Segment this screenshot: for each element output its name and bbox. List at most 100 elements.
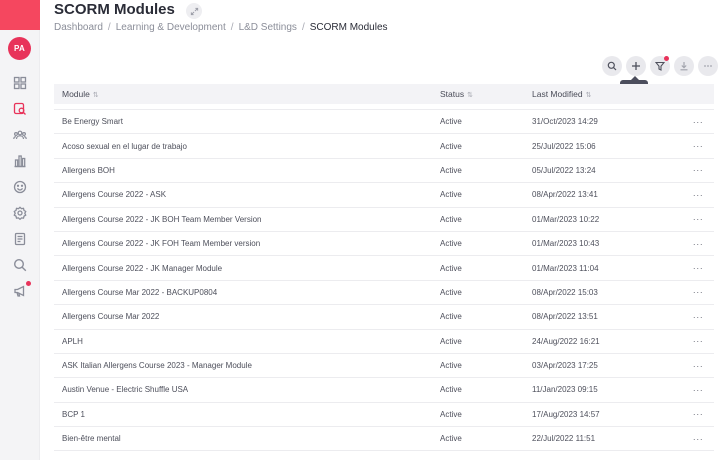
table-row[interactable]: Allergens BOH Active 05/Jul/2022 13:24 ··· (54, 159, 714, 184)
sidebar-item-documents[interactable] (0, 226, 40, 252)
table-row[interactable]: Allergens Course Mar 2022 Active 08/Apr/20… (54, 305, 714, 330)
last-modified-cell: 01/Mar/2023 11:04 (532, 263, 599, 273)
sidebar-item-team[interactable] (0, 122, 40, 148)
last-modified-cell: 25/Jul/2022 15:06 (532, 141, 596, 151)
team-icon (13, 130, 27, 140)
table-row[interactable]: Be Energy Smart Active 31/Oct/2023 14:29 ··… (54, 110, 714, 135)
row-actions-button[interactable]: ··· (682, 263, 714, 273)
status-cell: Active (440, 141, 462, 151)
status-cell: Active (440, 287, 462, 297)
download-icon (680, 62, 688, 71)
status-cell: Active (440, 117, 462, 127)
last-modified-cell: 01/Mar/2023 10:22 (532, 214, 600, 224)
column-header-module[interactable]: Module ⇅ (54, 89, 440, 99)
breadcrumb-separator: / (301, 22, 305, 33)
module-cell: Allergens Course Mar 2022 (62, 312, 160, 322)
table-row[interactable]: Bien-être mental Active 22/Jul/2022 11:51 ·… (54, 427, 714, 452)
scorm-modules-table: Module ⇅ Status ⇅ Last Modified ⇅ Be Energy… (54, 84, 714, 452)
status-cell: Active (440, 385, 462, 395)
brand-bar (0, 0, 40, 30)
column-header-last-modified[interactable]: Last Modified ⇅ (532, 89, 682, 99)
column-header-status[interactable]: Status ⇅ (440, 89, 532, 99)
table-row[interactable]: APLH Active 24/Aug/2022 16:21 ··· (54, 330, 714, 354)
module-cell: Allergens Course Mar 2022 - BACKUP0804 (62, 287, 218, 297)
breadcrumb-learning-development[interactable]: Learning & Development (116, 22, 226, 33)
table-row[interactable]: Allergens Course Mar 2022 - BACKUP0804 Ac… (54, 281, 714, 306)
breadcrumb-ld-settings[interactable]: L&D Settings (239, 22, 297, 33)
row-actions-button[interactable]: ··· (682, 287, 714, 297)
status-cell: Active (440, 165, 462, 175)
more-icon (704, 65, 712, 67)
table-row[interactable]: Austin Venue - Electric Shuffle USA Activ… (54, 378, 714, 403)
status-cell: Active (440, 336, 462, 346)
sidebar-item-search[interactable] (0, 252, 40, 278)
search-button[interactable] (602, 56, 622, 76)
breadcrumb-dashboard[interactable]: Dashboard (54, 22, 103, 33)
last-modified-cell: 03/Apr/2023 17:25 (532, 361, 598, 371)
last-modified-cell: 22/Jul/2022 11:51 (532, 434, 596, 444)
row-actions-button[interactable]: ··· (682, 336, 714, 346)
row-actions-button[interactable]: ··· (682, 117, 714, 127)
row-actions-button[interactable]: ··· (682, 312, 714, 322)
row-actions-button[interactable]: ··· (682, 361, 714, 371)
settings-gear-icon (13, 206, 27, 220)
last-modified-cell: 17/Aug/2023 14:57 (532, 409, 600, 419)
module-cell: Allergens Course 2022 - ASK (62, 190, 167, 200)
status-cell: Active (440, 190, 462, 200)
filter-active-badge (664, 56, 669, 61)
table-row[interactable]: Allergens Course 2022 - JK FOH Team Memb… (54, 232, 714, 257)
table-row[interactable]: Allergens Course 2022 - ASK Active 08/Apr/… (54, 183, 714, 208)
sort-icon: ⇅ (467, 92, 473, 99)
sidebar-item-announcements[interactable] (0, 278, 40, 304)
reports-bar-icon (14, 155, 26, 168)
last-modified-cell: 08/Apr/2022 13:51 (532, 312, 598, 322)
table-row[interactable]: ASK Italian Allergens Course 2023 - Mana… (54, 354, 714, 379)
table-body: Be Energy Smart Active 31/Oct/2023 14:29 ··… (54, 110, 714, 452)
sidebar-item-reports[interactable] (0, 148, 40, 174)
row-actions-button[interactable]: ··· (682, 141, 714, 151)
status-cell: Active (440, 239, 462, 249)
last-modified-cell: 08/Apr/2022 13:41 (532, 190, 598, 200)
search-icon (607, 61, 617, 71)
table-row[interactable]: BCP 1 Active 17/Aug/2023 14:57 ··· (54, 403, 714, 428)
smiley-icon (13, 180, 27, 194)
breadcrumb: Dashboard / Learning & Development / L&D Set… (54, 22, 414, 34)
sidebar-item-dashboard[interactable] (0, 70, 40, 96)
add-button[interactable] (626, 56, 646, 76)
module-cell: Allergens Course 2022 - JK FOH Team Memb… (62, 239, 261, 249)
page-title: SCORM Modules (54, 1, 175, 18)
row-actions-button[interactable]: ··· (682, 239, 714, 249)
sidebar-nav (0, 70, 40, 304)
breadcrumb-current: SCORM Modules (309, 22, 388, 33)
status-cell: Active (440, 214, 462, 224)
edit-title-button[interactable] (186, 3, 202, 19)
status-cell: Active (440, 434, 462, 444)
table-row[interactable]: Allergens Course 2022 - JK BOH Team Memb… (54, 208, 714, 232)
row-actions-button[interactable]: ··· (682, 190, 714, 200)
row-actions-button[interactable]: ··· (682, 214, 714, 224)
module-cell: Allergens Course 2022 - JK BOH Team Memb… (62, 214, 262, 224)
sidebar-item-feedback[interactable] (0, 174, 40, 200)
module-cell: BCP 1 (62, 409, 85, 419)
row-actions-button[interactable]: ··· (682, 434, 714, 444)
download-button[interactable] (674, 56, 694, 76)
row-actions-button[interactable]: ··· (682, 165, 714, 175)
expand-icon (190, 7, 198, 15)
sidebar: PA (0, 0, 40, 460)
module-cell: Acoso sexual en el lugar de trabajo (62, 141, 187, 151)
row-actions-button[interactable]: ··· (682, 409, 714, 419)
filter-button[interactable] (650, 56, 670, 76)
sidebar-item-settings[interactable] (0, 200, 40, 226)
sidebar-item-learning[interactable] (0, 96, 40, 122)
filter-icon (655, 61, 665, 71)
module-cell: Allergens BOH (62, 165, 115, 175)
row-actions-button[interactable]: ··· (682, 385, 714, 395)
table-row[interactable]: Allergens Course 2022 - JK Manager Modul… (54, 256, 714, 281)
dashboard-grid-icon (13, 76, 27, 90)
status-cell: Active (440, 361, 462, 371)
user-avatar[interactable]: PA (8, 37, 31, 60)
add-icon (632, 62, 640, 70)
module-cell: Allergens Course 2022 - JK Manager Modul… (62, 263, 223, 273)
table-row[interactable]: Acoso sexual en el lugar de trabajo Activ… (54, 134, 714, 159)
more-options-button[interactable] (698, 56, 718, 76)
